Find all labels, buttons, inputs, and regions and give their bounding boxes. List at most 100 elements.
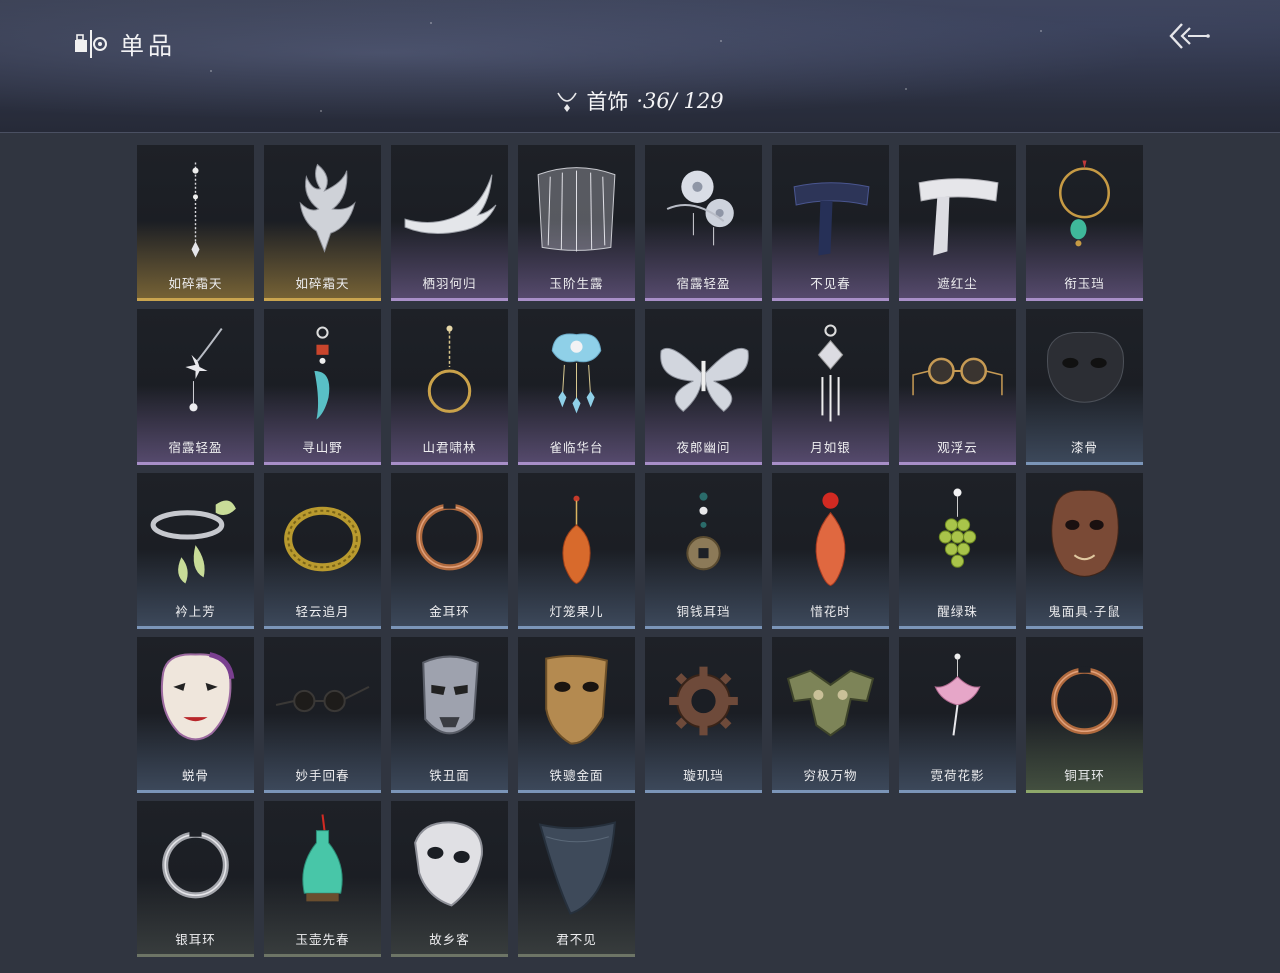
item-name: 妙手回春: [295, 768, 350, 783]
flower-hairpin-icon: [666, 170, 734, 246]
item-name: 山君啸林: [422, 440, 477, 455]
back-arrow-icon[interactable]: [1166, 20, 1210, 52]
copper-ring-icon: [416, 502, 483, 571]
item-card[interactable]: 漆骨: [1026, 309, 1143, 465]
item-card[interactable]: 铜耳环: [1026, 637, 1143, 793]
item-card[interactable]: 夜郎幽问: [645, 309, 762, 465]
cloth-veil-icon: [538, 821, 617, 915]
item-name: 宿露轻盈: [168, 440, 223, 455]
item-card[interactable]: 玉阶生露: [518, 145, 635, 301]
item-name: 漆骨: [1070, 440, 1098, 455]
item-name: 玉阶生露: [549, 276, 604, 291]
item-name: 醒绿珠: [937, 604, 978, 619]
item-card[interactable]: 璇玑珰: [645, 637, 762, 793]
item-name: 寻山野: [302, 440, 343, 455]
item-card[interactable]: 如碎霜天: [264, 145, 381, 301]
item-card[interactable]: 宿露轻盈: [645, 145, 762, 301]
item-card[interactable]: 宿露轻盈: [137, 309, 254, 465]
item-name: 霓荷花影: [930, 768, 985, 783]
item-name: 轻云追月: [295, 604, 350, 619]
item-card[interactable]: 山君啸林: [391, 309, 508, 465]
item-name: 宿露轻盈: [676, 276, 731, 291]
cloud-tassel-icon: [551, 333, 602, 414]
item-card[interactable]: 轻云追月: [264, 473, 381, 629]
item-card[interactable]: 不见春: [772, 145, 889, 301]
item-card[interactable]: 铁骢金面: [518, 637, 635, 793]
item-name: 观浮云: [937, 440, 978, 455]
item-card[interactable]: 君不见: [518, 801, 635, 957]
item-name: 铁骢金面: [549, 768, 604, 783]
item-name: 金耳环: [429, 604, 470, 619]
item-card[interactable]: 观浮云: [899, 309, 1016, 465]
item-card[interactable]: 灯笼果儿: [518, 473, 635, 629]
item-name: 如碎霜天: [295, 276, 350, 291]
item-card[interactable]: 寻山野: [264, 309, 381, 465]
item-name: 夜郎幽问: [676, 440, 731, 455]
rat-mask-icon: [1051, 489, 1119, 577]
small-glasses-icon: [275, 685, 370, 713]
item-name: 惜花时: [810, 604, 851, 619]
category-name: 首饰: [586, 90, 629, 114]
lotus-earring-icon: [934, 653, 981, 736]
item-card[interactable]: 玉壶先春: [264, 801, 381, 957]
white-half-mask-icon: [414, 821, 483, 907]
item-card[interactable]: 惜花时: [772, 473, 889, 629]
white-blindfold-icon: [918, 178, 999, 256]
item-card[interactable]: 雀临华台: [518, 309, 635, 465]
item-card[interactable]: 如碎霜天: [137, 145, 254, 301]
item-name: 如碎霜天: [168, 276, 223, 291]
item-name: 月如银: [810, 440, 851, 455]
item-name: 鬼面具·子鼠: [1048, 604, 1121, 619]
item-card[interactable]: 金耳环: [391, 473, 508, 629]
item-card[interactable]: 月如银: [772, 309, 889, 465]
coin-earring-icon: [686, 492, 721, 571]
iron-mask-icon: [422, 655, 479, 735]
butterfly-icon: [660, 347, 749, 413]
page-title: 单品: [120, 32, 176, 60]
item-name: 穷极万物: [803, 768, 858, 783]
item-card[interactable]: 霓荷花影: [899, 637, 1016, 793]
item-name: 铁丑面: [429, 768, 470, 783]
branch-earring-icon: [185, 327, 223, 412]
item-name: 灯笼果儿: [549, 604, 604, 619]
page-header: 单品: [74, 26, 176, 61]
item-card[interactable]: 蜕骨: [137, 637, 254, 793]
item-name: 不见春: [810, 276, 851, 291]
item-name: 雀临华台: [549, 440, 604, 455]
jade-hoop-icon: [1058, 160, 1111, 247]
item-name: 遮红尘: [937, 276, 978, 291]
copper-ring-icon: [1051, 666, 1118, 735]
item-card[interactable]: 醒绿珠: [899, 473, 1016, 629]
item-card[interactable]: 衔玉珰: [1026, 145, 1143, 301]
feather-band-icon: [404, 174, 497, 234]
item-name: 璇玑珰: [683, 768, 724, 783]
item-name: 故乡客: [429, 932, 470, 947]
item-card[interactable]: 穷极万物: [772, 637, 889, 793]
item-name: 铜钱耳珰: [676, 604, 731, 619]
item-card[interactable]: 鬼面具·子鼠: [1026, 473, 1143, 629]
item-card[interactable]: 银耳环: [137, 801, 254, 957]
item-card[interactable]: 栖羽何归: [391, 145, 508, 301]
silver-ring-icon: [162, 830, 229, 899]
opera-mask-icon: [160, 652, 235, 741]
item-card[interactable]: 铜钱耳珰: [645, 473, 762, 629]
lantern-fruit-icon: [562, 495, 591, 584]
item-card[interactable]: 遮红尘: [899, 145, 1016, 301]
gold-torque-icon: [284, 506, 361, 572]
dark-blindfold-icon: [793, 182, 870, 256]
item-name: 栖羽何归: [422, 276, 477, 291]
chain-pendant-icon: [191, 162, 200, 258]
item-name: 玉壶先春: [295, 932, 350, 947]
ginkgo-collar-icon: [150, 500, 236, 584]
item-card[interactable]: 衿上芳: [137, 473, 254, 629]
item-grid: 如碎霜天 如碎霜天 栖羽何归 玉阶生露 宿露轻盈 不见春 遮红尘 衔玉珰 宿露轻盈 寻山野 山君啸林…: [137, 145, 1143, 957]
item-name: 衔玉珰: [1064, 276, 1105, 291]
round-glasses-icon: [912, 357, 1003, 396]
bronze-taotie-icon: [786, 669, 875, 737]
petal-drop-icon: [815, 492, 846, 587]
item-card[interactable]: 妙手回春: [264, 637, 381, 793]
item-card[interactable]: 铁丑面: [391, 637, 508, 793]
collection-icon: [75, 29, 107, 58]
dark-mask-icon: [1047, 331, 1124, 403]
item-card[interactable]: 故乡客: [391, 801, 508, 957]
